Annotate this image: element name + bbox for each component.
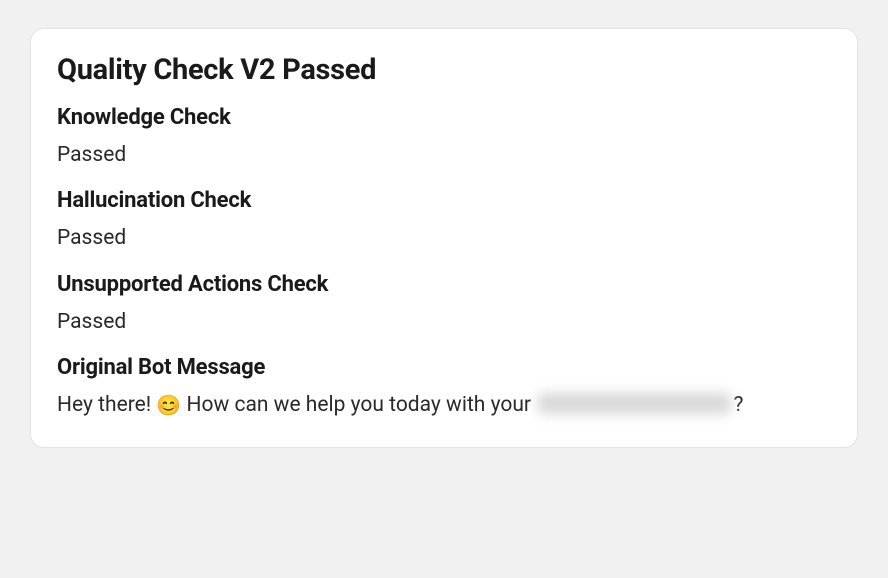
quality-check-card: Quality Check V2 Passed Knowledge Check … [30, 28, 858, 448]
card-title: Quality Check V2 Passed [57, 53, 831, 87]
unsupported-actions-heading: Unsupported Actions Check [57, 272, 831, 297]
redacted-text: V Shred journey [538, 393, 731, 414]
knowledge-check-heading: Knowledge Check [57, 105, 831, 130]
smile-emoji-icon: 😊 [156, 393, 181, 417]
original-bot-message-section: Original Bot Message Hey there! 😊 How ca… [57, 355, 831, 420]
original-bot-message-value: Hey there! 😊 How can we help you today w… [57, 390, 831, 420]
unsupported-actions-section: Unsupported Actions Check Passed [57, 272, 831, 337]
hallucination-check-section: Hallucination Check Passed [57, 188, 831, 253]
unsupported-actions-value: Passed [57, 307, 831, 337]
knowledge-check-section: Knowledge Check Passed [57, 105, 831, 170]
original-bot-message-heading: Original Bot Message [57, 355, 831, 380]
hallucination-check-heading: Hallucination Check [57, 188, 831, 213]
message-prefix: Hey there! [57, 393, 156, 417]
message-suffix: ? [733, 393, 743, 417]
hallucination-check-value: Passed [57, 223, 831, 253]
knowledge-check-value: Passed [57, 140, 831, 170]
message-middle: How can we help you today with your [181, 393, 536, 417]
